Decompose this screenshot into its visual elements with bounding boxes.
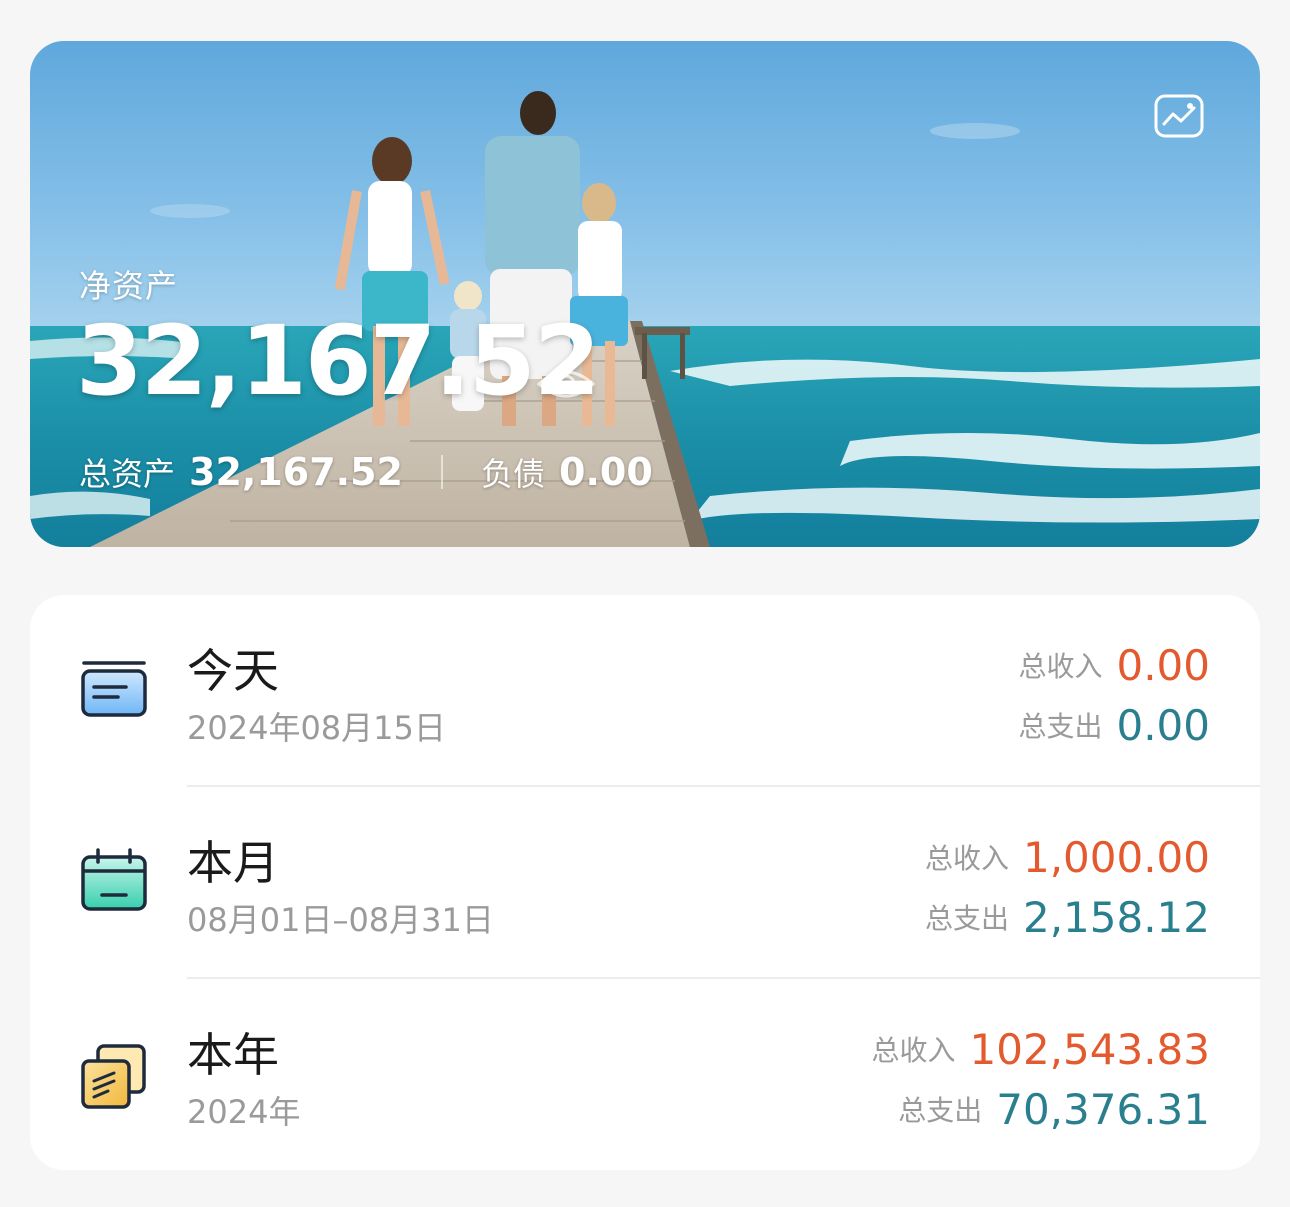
period-title: 本月 (187, 836, 279, 890)
liabilities-label: 负债 (480, 455, 545, 493)
income-label: 总收入 (924, 842, 1009, 875)
period-date-range: 08月01日–08月31日 (187, 901, 494, 939)
period-title: 本年 (187, 1028, 279, 1082)
year-stack-icon (81, 1044, 146, 1109)
expense-value: 70,376.31 (996, 1084, 1210, 1134)
income-label: 总收入 (871, 1034, 956, 1067)
eye-icon[interactable] (535, 364, 597, 404)
image-icon[interactable] (1154, 94, 1204, 138)
net-assets-label: 净资产 (79, 267, 179, 305)
liabilities-value: 0.00 (559, 450, 653, 494)
expense-label: 总支出 (898, 1094, 983, 1127)
income-value: 1,000.00 (1022, 832, 1210, 882)
period-stats: 总收入 102,543.83 总支出 70,376.31 (872, 1019, 1211, 1139)
period-stats: 总收入 0.00 总支出 0.00 (1018, 635, 1210, 755)
period-row-today[interactable]: 今天 2024年08月15日 总收入 0.00 总支出 0.00 (30, 595, 1260, 787)
today-card-icon (81, 661, 147, 717)
period-summary-card: 今天 2024年08月15日 总收入 0.00 总支出 0.00 本月 08月0… (30, 595, 1260, 1170)
expense-value: 2,158.12 (1022, 892, 1210, 942)
total-assets-value: 32,167.52 (189, 450, 403, 494)
period-row-month[interactable]: 本月 08月01日–08月31日 总收入 1,000.00 总支出 2,158.… (30, 787, 1260, 979)
expense-label: 总支出 (924, 902, 1009, 935)
net-assets-card[interactable]: 净资产 32,167.52 总资产 32,167.52 负债 0.00 (30, 41, 1260, 547)
expense-value: 0.00 (1116, 700, 1210, 750)
assets-summary: 总资产 32,167.52 负债 0.00 (79, 449, 653, 495)
month-calendar-icon (81, 848, 147, 911)
divider (440, 455, 443, 489)
period-title: 今天 (187, 644, 279, 698)
income-value: 102,543.83 (969, 1024, 1210, 1074)
total-assets-label: 总资产 (79, 455, 176, 493)
expense-label: 总支出 (1018, 710, 1103, 743)
period-stats: 总收入 1,000.00 总支出 2,158.12 (925, 827, 1210, 947)
period-row-year[interactable]: 本年 2024年 总收入 102,543.83 总支出 70,376.31 (30, 979, 1260, 1170)
net-assets-amount: 32,167.52 (76, 305, 601, 417)
period-date: 2024年08月15日 (187, 709, 446, 747)
period-date: 2024年 (187, 1093, 301, 1131)
income-label: 总收入 (1018, 650, 1103, 683)
income-value: 0.00 (1116, 640, 1210, 690)
